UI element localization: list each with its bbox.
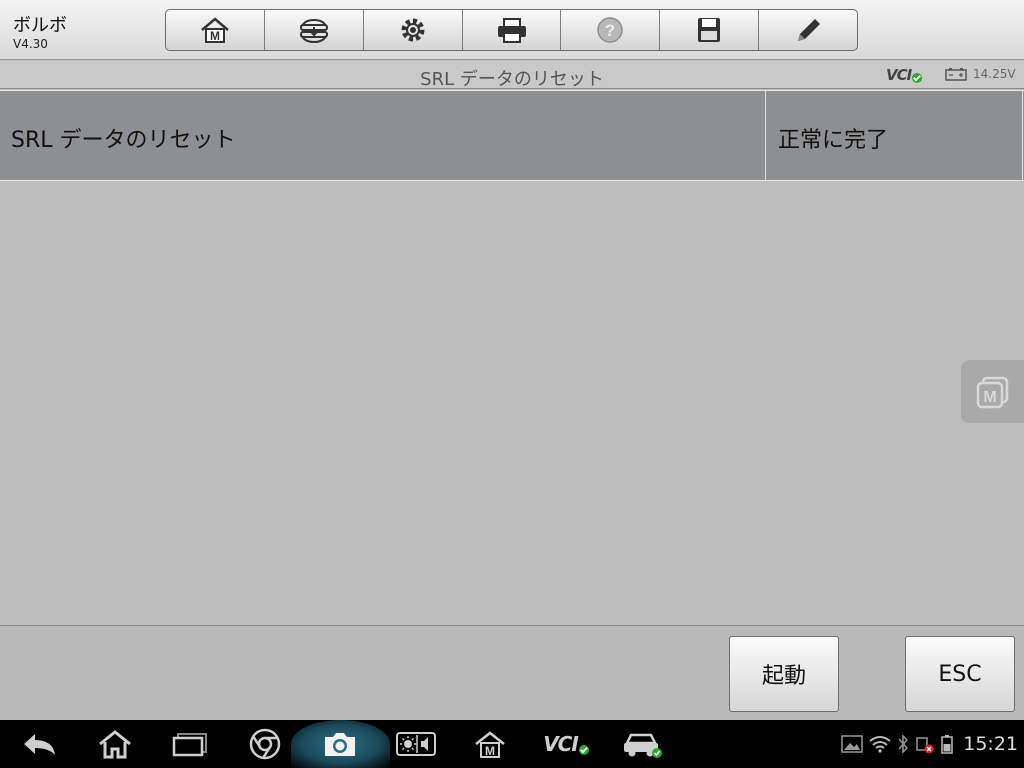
page-title: SRL データのリセット bbox=[420, 69, 604, 90]
wifi-icon bbox=[869, 736, 891, 753]
chrome-icon bbox=[249, 728, 281, 760]
result-table: SRL データのリセット 正常に完了 bbox=[0, 90, 1024, 182]
edit-button[interactable] bbox=[759, 10, 857, 50]
display-settings-button[interactable] bbox=[395, 720, 437, 768]
esc-button[interactable]: ESC bbox=[905, 636, 1015, 712]
svg-text:M: M bbox=[983, 389, 996, 406]
home-button[interactable]: M bbox=[166, 10, 265, 50]
save-icon bbox=[698, 18, 721, 42]
gallery-icon bbox=[841, 735, 863, 753]
vci-shortcut[interactable]: VCI bbox=[540, 720, 592, 768]
m-logo-icon: M bbox=[976, 376, 1008, 408]
clock: 15:21 bbox=[963, 733, 1018, 755]
battery-icon bbox=[945, 68, 967, 81]
browser-shortcut[interactable] bbox=[246, 720, 284, 768]
status-cell: 正常に完了 bbox=[778, 128, 889, 153]
vci-status: VCI bbox=[886, 66, 923, 84]
toolbar: M ? bbox=[165, 9, 858, 51]
recent-apps-icon bbox=[172, 733, 207, 757]
vci-label: VCI bbox=[886, 66, 912, 84]
help-icon: ? bbox=[597, 17, 624, 43]
column-divider bbox=[765, 91, 766, 182]
floating-menu-button[interactable]: M bbox=[961, 360, 1024, 423]
table-edge bbox=[1022, 91, 1023, 182]
screenshot-button[interactable] bbox=[320, 720, 360, 768]
back-icon bbox=[24, 734, 55, 755]
footer-bar: 起動 ESC bbox=[0, 625, 1024, 720]
vehicle-swap-button[interactable] bbox=[265, 10, 364, 50]
svg-text:?: ? bbox=[605, 21, 615, 40]
battery-status: 14.25V bbox=[945, 67, 1016, 81]
maxisys-shortcut[interactable]: M bbox=[470, 720, 510, 768]
car-icon bbox=[624, 733, 662, 758]
network-error-icon bbox=[916, 737, 934, 754]
home-icon: M bbox=[201, 17, 229, 43]
vci-nav-label: VCI bbox=[543, 732, 579, 756]
app-header: ボルボ V4.30 M ? bbox=[0, 0, 1024, 60]
battery-voltage: 14.25V bbox=[973, 67, 1016, 81]
status-area: 15:21 bbox=[841, 720, 1018, 768]
function-name-cell: SRL データのリセット bbox=[11, 128, 236, 153]
maxisys-home-icon: M bbox=[475, 731, 505, 758]
battery-level-icon bbox=[941, 735, 953, 754]
vehicle-swap-icon bbox=[299, 18, 328, 44]
settings-icon bbox=[401, 18, 425, 42]
vci-connected-icon bbox=[578, 745, 589, 755]
brightness-volume-icon bbox=[396, 732, 436, 756]
print-icon bbox=[497, 18, 526, 43]
camera-icon bbox=[325, 733, 355, 756]
svg-text:M: M bbox=[485, 744, 495, 758]
sub-header: SRL データのリセット VCI 14.25V bbox=[0, 61, 1024, 90]
house-icon bbox=[99, 730, 131, 759]
vehicle-shortcut[interactable] bbox=[620, 720, 666, 768]
connected-check-icon bbox=[912, 73, 923, 83]
print-button[interactable] bbox=[463, 10, 562, 50]
home-nav-button[interactable] bbox=[93, 720, 137, 768]
recent-apps-button[interactable] bbox=[170, 720, 210, 768]
save-button[interactable] bbox=[660, 10, 760, 50]
svg-text:M: M bbox=[210, 29, 220, 43]
app-title: ボルボ bbox=[13, 15, 67, 36]
bluetooth-icon bbox=[898, 734, 909, 754]
help-button[interactable]: ? bbox=[561, 10, 661, 50]
edit-icon bbox=[798, 19, 821, 41]
system-nav-bar: M VCI 15:21 bbox=[0, 720, 1024, 768]
start-button[interactable]: 起動 bbox=[729, 636, 839, 712]
back-button[interactable] bbox=[18, 720, 62, 768]
app-version: V4.30 bbox=[13, 37, 48, 51]
settings-button[interactable] bbox=[364, 10, 463, 50]
